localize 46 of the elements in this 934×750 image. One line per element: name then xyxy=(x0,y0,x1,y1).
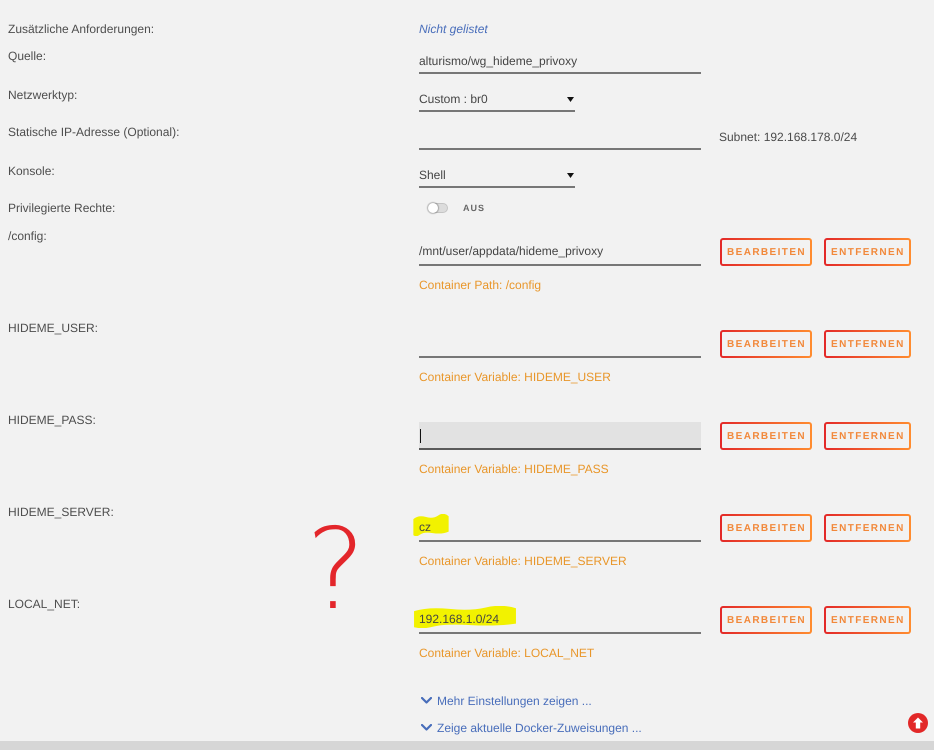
field-label: LOCAL_NET: xyxy=(8,596,80,613)
edit-button[interactable]: BEARBEITEN xyxy=(720,330,812,358)
remove-button[interactable]: ENTFERNEN xyxy=(824,330,911,358)
field-label: Zusätzliche Anforderungen: xyxy=(8,21,154,38)
field-label: HIDEME_USER: xyxy=(8,320,98,337)
field-label: Statische IP-Adresse (Optional): xyxy=(8,124,180,141)
field-label: HIDEME_SERVER: xyxy=(8,504,114,521)
text-field[interactable]: 192.168.1.0/24 xyxy=(419,606,701,634)
text-cursor-icon xyxy=(420,429,421,443)
field-label: Netzwerktyp: xyxy=(8,87,78,104)
edit-button[interactable]: BEARBEITEN xyxy=(720,606,812,634)
field-label: Privilegierte Rechte: xyxy=(8,200,116,217)
toggle-switch[interactable] xyxy=(428,203,448,213)
field-description: Container Variable: HIDEME_USER xyxy=(419,369,612,386)
field-description: Container Path: /config xyxy=(419,277,542,294)
edit-button[interactable]: BEARBEITEN xyxy=(720,514,812,542)
scroll-up-icon[interactable] xyxy=(908,713,928,733)
field-label: Quelle: xyxy=(8,48,46,65)
field-description: Container Variable: LOCAL_NET xyxy=(419,645,596,662)
edit-button[interactable]: BEARBEITEN xyxy=(720,422,812,450)
field-label: Konsole: xyxy=(8,163,55,180)
caret-icon xyxy=(567,96,574,102)
caret-icon xyxy=(567,172,574,178)
remove-button[interactable]: ENTFERNEN xyxy=(824,422,911,450)
remove-button[interactable]: ENTFERNEN xyxy=(824,238,911,266)
dropdown[interactable]: Custom : br0 xyxy=(419,88,575,112)
text-field[interactable]: cz xyxy=(419,514,701,542)
info-text: Nicht gelistet xyxy=(419,21,488,38)
expand-link[interactable]: Zeige aktuelle Docker-Zuweisungen ... xyxy=(421,718,642,736)
toggle-label: AUS xyxy=(463,203,486,213)
field-description: Container Variable: HIDEME_PASS xyxy=(419,461,610,478)
remove-button[interactable]: ENTFERNEN xyxy=(824,514,911,542)
expand-link[interactable]: Mehr Einstellungen zeigen ... xyxy=(421,692,592,710)
dropdown[interactable]: Shell xyxy=(419,164,575,188)
edit-button[interactable]: BEARBEITEN xyxy=(720,238,812,266)
chevron-down-icon xyxy=(421,697,432,704)
text-field[interactable] xyxy=(419,422,701,450)
chevron-down-icon xyxy=(421,724,432,731)
field-description: Container Variable: HIDEME_SERVER xyxy=(419,553,628,570)
field-label: /config: xyxy=(8,228,47,245)
question-mark-annotation: ? xyxy=(306,514,366,626)
field-label: HIDEME_PASS: xyxy=(8,412,96,429)
remove-button[interactable]: ENTFERNEN xyxy=(824,606,911,634)
subnet-note: Subnet: 192.168.178.0/24 xyxy=(719,129,858,146)
text-field[interactable]: alturismo/wg_hideme_privoxy xyxy=(419,49,701,74)
text-field[interactable]: /mnt/user/appdata/hideme_privoxy xyxy=(419,238,701,266)
